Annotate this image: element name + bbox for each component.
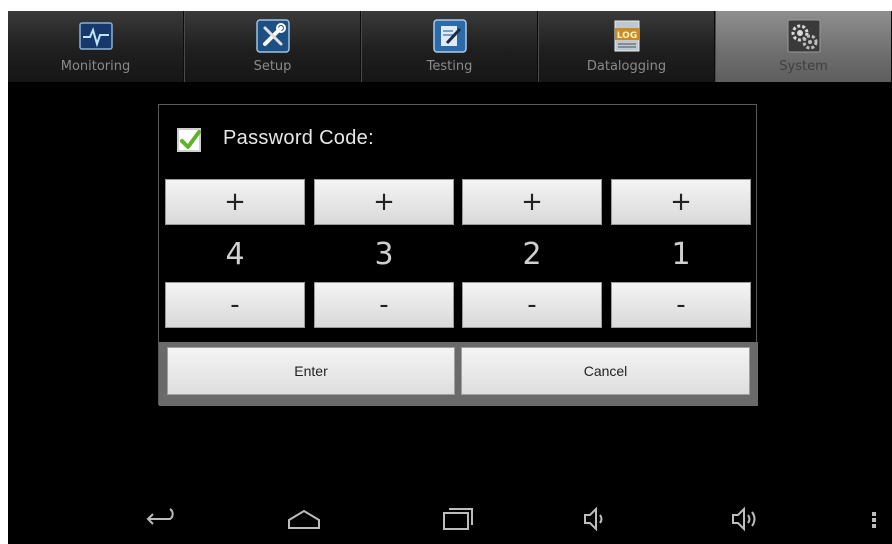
dialog-header: Password Code: (159, 105, 756, 175)
cancel-button[interactable]: Cancel (461, 347, 750, 395)
increment-button[interactable]: + (165, 179, 305, 225)
decrement-button[interactable]: - (462, 282, 602, 328)
recent-apps-icon[interactable] (440, 504, 476, 534)
svg-text:LOG: LOG (616, 31, 636, 41)
decrement-button[interactable]: - (611, 282, 751, 328)
menu-icon[interactable] (866, 504, 882, 534)
tab-testing[interactable]: Testing (361, 11, 538, 82)
password-checkbox[interactable] (177, 128, 201, 152)
volume-up-icon[interactable] (728, 504, 764, 534)
decrement-button[interactable]: - (314, 282, 454, 328)
checkmark-icon (180, 130, 201, 149)
increment-button[interactable]: + (611, 179, 751, 225)
dialog-action-row: Enter Cancel (159, 342, 758, 406)
home-icon[interactable] (286, 504, 322, 534)
enter-button[interactable]: Enter (167, 347, 455, 395)
digit-value: 4 (225, 237, 245, 272)
system-nav-bar (8, 496, 892, 544)
digit-value: 2 (522, 237, 542, 272)
tab-datalogging[interactable]: LOG Datalogging (538, 11, 715, 82)
monitoring-icon (78, 19, 113, 53)
tab-label: Monitoring (60, 59, 131, 74)
tab-system[interactable]: System (715, 11, 892, 82)
increment-button[interactable]: + (462, 179, 602, 225)
decrement-button[interactable]: - (165, 282, 305, 328)
back-icon[interactable] (145, 504, 181, 534)
tab-label: System (779, 59, 828, 74)
digit-value: 3 (374, 237, 394, 272)
notepad-icon (432, 19, 467, 53)
dialog-title: Password Code: (223, 127, 374, 149)
tab-label: Setup (253, 59, 292, 74)
digit-column-1: + 4 - (165, 179, 305, 329)
gear-icon (787, 19, 821, 53)
log-icon: LOG (610, 19, 644, 53)
tools-icon (255, 19, 290, 53)
digit-column-2: + 3 - (314, 179, 454, 329)
tab-monitoring[interactable]: Monitoring (8, 11, 184, 82)
tab-setup[interactable]: Setup (184, 11, 361, 82)
tab-label: Datalogging (586, 59, 667, 74)
increment-button[interactable]: + (314, 179, 454, 225)
digit-column-4: + 1 - (611, 179, 751, 329)
volume-down-icon[interactable] (580, 504, 616, 534)
password-dialog: Password Code: + 4 - + 3 - + 2 - + 1 - E… (158, 104, 758, 406)
app-screen: Monitoring Setup Testing LOG Datalogging… (8, 11, 892, 544)
tab-label: Testing (426, 59, 473, 74)
digit-value: 1 (671, 237, 691, 272)
digit-column-3: + 2 - (462, 179, 602, 329)
top-tab-bar: Monitoring Setup Testing LOG Datalogging… (8, 11, 892, 83)
